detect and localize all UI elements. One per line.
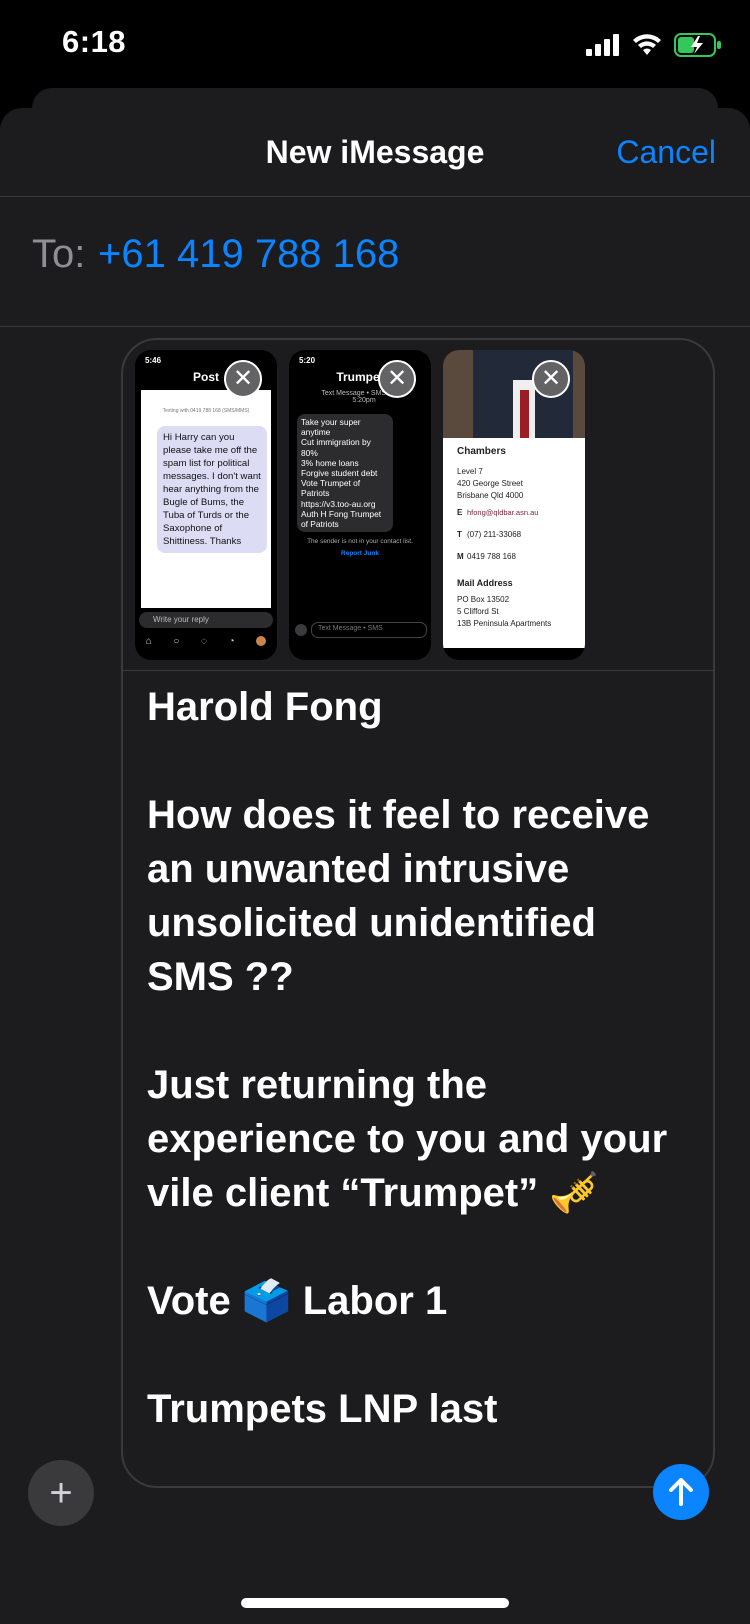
thumb3-address: Level 7 420 George Street Brisbane Qld 4… [457,467,524,500]
close-icon: ✕ [232,365,254,392]
thumb3-email: hfong@qldbar.asn.au [467,508,539,517]
attachment-screenshot-1[interactable]: 5:46 Post Texting with 0419 788 168 (SMS… [135,350,277,660]
thumb3-phone: (07) 211-33068 [467,530,522,539]
remove-attachment-1-button[interactable]: ✕ [224,360,262,398]
home-indicator [241,1598,509,1608]
to-label: To: [32,232,86,276]
thumb3-mobile-label: M [457,552,464,561]
thumb1-bubble: Hi Harry can you please take me off the … [157,426,267,553]
close-icon: ✕ [386,365,408,392]
thumb2-report-junk: Report Junk [341,550,379,557]
bell-icon: ◔ [228,636,235,647]
attachment-screenshot-2[interactable]: 5:20 Trumpet Text Message • SMS Today 5:… [289,350,431,660]
close-icon: ✕ [540,365,562,392]
thumb3-phone-label: T [457,530,462,539]
arrow-up-icon [669,1478,693,1506]
thumb1-reply-placeholder: Write your reply [153,615,209,624]
chat-icon: ◌ [201,636,207,647]
thumb2-notice: The sender is not in your contact list. [307,538,413,545]
message-body-text[interactable]: Harold Fong How does it feel to receive … [147,680,687,1436]
battery-charging-icon [674,33,721,57]
remove-attachment-2-button[interactable]: ✕ [378,360,416,398]
thumb2-input-placeholder: Text Message • SMS [318,625,383,632]
recipient-number[interactable]: +61 419 788 168 [98,232,399,277]
search-icon: ○ [173,636,180,647]
remove-attachment-3-button[interactable]: ✕ [532,360,570,398]
thumb1-note: Texting with 0419 788 168 (SMS/MMS) [162,408,250,414]
wifi-icon [633,34,661,55]
thumb3-tie [520,390,529,438]
thumb2-time: 5:20 [299,356,316,365]
avatar [256,636,267,646]
message-compose-field[interactable]: 5:46 Post Texting with 0419 788 168 (SMS… [121,338,715,1488]
thumb3-card: Chambers Level 7 420 George Street Brisb… [443,438,585,648]
thumb2-plus-icon [295,624,307,636]
plus-icon: + [49,1470,73,1515]
thumb1-tabbar: ⌂ ○ ◌ ◔ [135,636,277,647]
thumb1-time: 5:46 [145,356,162,365]
cancel-button[interactable]: Cancel [616,134,716,171]
thumb2-bubble: Take your super anytime Cut immigration … [297,414,393,533]
attachment-strip: 5:46 Post Texting with 0419 788 168 (SMS… [123,340,713,671]
sheet-header: New iMessage Cancel [0,108,750,197]
status-time: 6:18 [62,24,127,59]
home-icon: ⌂ [145,636,152,647]
thumb1-reply-bar: Write your reply [139,612,273,628]
thumb3-mail-heading: Mail Address [457,578,513,588]
thumb2-input: Text Message • SMS [311,622,427,638]
status-icons [586,30,722,60]
send-button[interactable] [653,1464,709,1520]
cellular-signal-icon [586,34,619,56]
thumb1-conversation: Texting with 0419 788 168 (SMS/MMS) Hi H… [141,390,271,608]
thumb3-mobile: 0419 788 168 [467,552,516,561]
compose-sheet: New iMessage Cancel To: +61 419 788 168 … [0,108,750,1624]
status-bar: 6:18 [0,0,750,90]
add-attachment-button[interactable]: + [28,1460,94,1526]
thumb3-mail-address: PO Box 13502 5 Clifford St 13B Peninsula… [457,595,552,628]
thumb3-photo [443,350,585,438]
thumb3-heading: Chambers [457,446,506,457]
attachment-screenshot-3[interactable]: Chambers Level 7 420 George Street Brisb… [443,350,585,660]
thumb3-email-label: E [457,508,463,517]
